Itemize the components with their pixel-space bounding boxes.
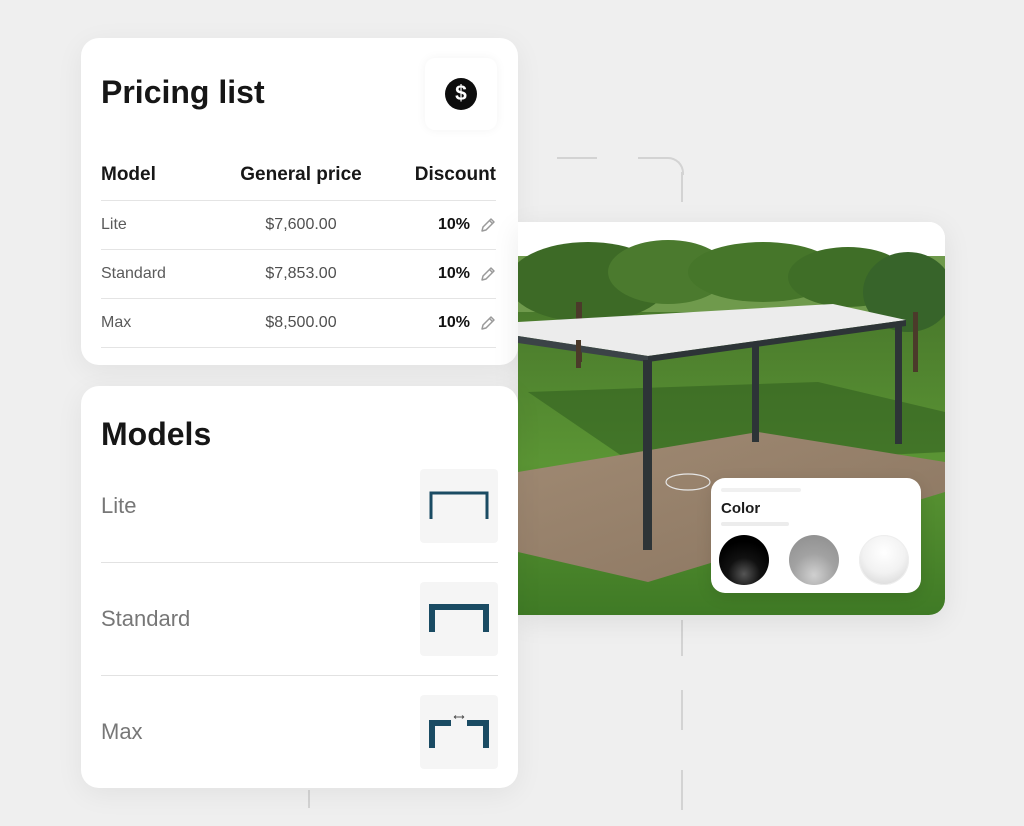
row-discount: 10% [437,265,470,282]
dollar-icon: $ [445,78,477,110]
row-price: $7,600.00 [265,216,337,233]
background-line [681,172,683,202]
edit-pencil-icon[interactable] [480,266,496,282]
row-model: Max [101,314,132,331]
background-line [681,770,683,810]
color-label: Color [721,500,761,517]
background-line [681,620,683,656]
row-price: $8,500.00 [265,314,337,331]
column-header-discount: Discount [414,164,496,185]
frame-lite-icon [420,468,498,543]
frame-max-icon [420,694,498,769]
decorative-bar [721,522,789,526]
color-swatch-white[interactable] [859,535,909,585]
pricing-table: Model General price Discount Lite $7,600… [101,150,496,348]
table-row: Lite $7,600.00 10% [101,201,496,250]
background-line [557,157,597,159]
row-discount: 10% [437,314,470,331]
pricing-table-header: Model General price Discount [101,150,496,201]
table-row: Standard $7,853.00 10% [101,250,496,299]
pricing-list-card: Pricing list $ Model General price Disco… [81,38,518,365]
color-swatch-gray[interactable] [789,535,839,585]
model-name: Max [101,718,143,744]
model-name: Standard [101,605,191,631]
color-picker-card: Color [711,478,921,593]
row-discount-cell: 10% [371,314,496,332]
row-discount: 10% [437,216,470,233]
row-model: Lite [101,216,127,233]
background-line [308,790,310,808]
models-card: Models Lite Standard Max [81,386,518,788]
model-item-max[interactable]: Max [101,675,498,788]
row-model: Standard [101,265,166,282]
background-line [681,690,683,730]
column-header-model: Model [101,164,156,185]
row-price: $7,853.00 [265,265,337,282]
table-row: Max $8,500.00 10% [101,299,496,348]
model-name: Lite [101,492,137,518]
background-line [638,157,668,159]
edit-pencil-icon[interactable] [480,217,496,233]
pricing-title: Pricing list [101,74,265,110]
column-header-price: General price [240,164,362,185]
decorative-bar [721,488,801,492]
row-discount-cell: 10% [371,265,496,283]
pricing-icon-box[interactable]: $ [425,58,497,130]
model-item-lite[interactable]: Lite [101,449,498,563]
color-swatch-black[interactable] [719,535,769,585]
edit-pencil-icon[interactable] [480,315,496,331]
frame-standard-icon [420,581,498,656]
model-item-standard[interactable]: Standard [101,562,498,676]
models-title: Models [101,416,212,452]
row-discount-cell: 10% [371,216,496,234]
